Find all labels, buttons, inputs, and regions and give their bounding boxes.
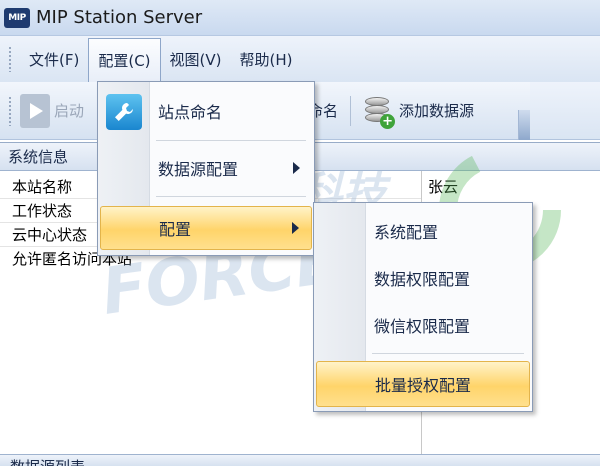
- menu-item-system-config[interactable]: 系统配置: [316, 211, 530, 251]
- add-datasource-button[interactable]: + 添加数据源: [363, 82, 474, 140]
- menu-item-label: 微信权限配置: [374, 317, 471, 336]
- menu-config[interactable]: 配置(C): [88, 38, 161, 82]
- window-title: MIP Station Server: [36, 7, 203, 28]
- play-icon: [20, 93, 50, 128]
- config-menu: 站点命名 数据源配置 配置: [97, 81, 315, 256]
- start-button[interactable]: 启动: [20, 82, 84, 140]
- menu-item-label: 数据源配置: [158, 160, 239, 179]
- toolbar-overflow-icon[interactable]: [518, 110, 530, 140]
- submenu-arrow-icon: [293, 162, 300, 174]
- datasource-list-label: 数据源列表: [10, 456, 85, 466]
- row-key: 本站名称: [12, 178, 73, 196]
- menu-item-wechat-permission-config[interactable]: 微信权限配置: [316, 305, 530, 345]
- menu-item-config[interactable]: 配置: [100, 206, 312, 250]
- database-add-icon: +: [363, 95, 396, 129]
- start-label: 启动: [54, 102, 85, 120]
- menu-item-data-permission-config[interactable]: 数据权限配置: [316, 258, 530, 298]
- menu-separator: [156, 196, 306, 197]
- title-bar: MIP MIP Station Server: [0, 0, 600, 36]
- menubar-grip-icon[interactable]: [8, 46, 12, 72]
- menu-item-label: 数据权限配置: [374, 270, 471, 289]
- toolbar-empty-area: [530, 82, 600, 140]
- menu-item-label: 配置: [159, 220, 192, 239]
- toolbar-separator: [350, 95, 352, 126]
- app-icon: MIP: [4, 7, 30, 28]
- menu-item-datasource-config[interactable]: 数据源配置: [100, 148, 312, 188]
- menu-view[interactable]: 视图(V): [161, 36, 231, 82]
- menu-help[interactable]: 帮助(H): [231, 36, 302, 82]
- menu-item-label: 批量授权配置: [375, 376, 472, 395]
- submenu-arrow-icon: [292, 222, 299, 234]
- datasource-list-header: 数据源列表: [0, 454, 600, 466]
- row-value: 张云: [428, 178, 459, 196]
- toolbar-grip-icon[interactable]: [8, 95, 12, 126]
- menu-item-batch-auth-config[interactable]: 批量授权配置: [316, 361, 530, 407]
- menu-item-label: 站点命名: [158, 103, 223, 122]
- menu-bar: 文件(F) 配置(C) 视图(V) 帮助(H): [0, 36, 600, 82]
- menu-item-site-naming[interactable]: 站点命名: [100, 86, 312, 136]
- menu-item-label: 系统配置: [374, 223, 439, 242]
- menu-separator: [372, 353, 524, 354]
- row-key: 工作状态: [12, 202, 73, 220]
- menu-file[interactable]: 文件(F): [20, 36, 88, 82]
- menu-separator: [156, 140, 306, 141]
- row-key: 云中心状态: [12, 226, 88, 244]
- wrench-icon: [106, 94, 142, 130]
- add-datasource-label: 添加数据源: [399, 102, 475, 120]
- config-submenu: 系统配置 数据权限配置 微信权限配置 批量授权配置: [313, 202, 533, 412]
